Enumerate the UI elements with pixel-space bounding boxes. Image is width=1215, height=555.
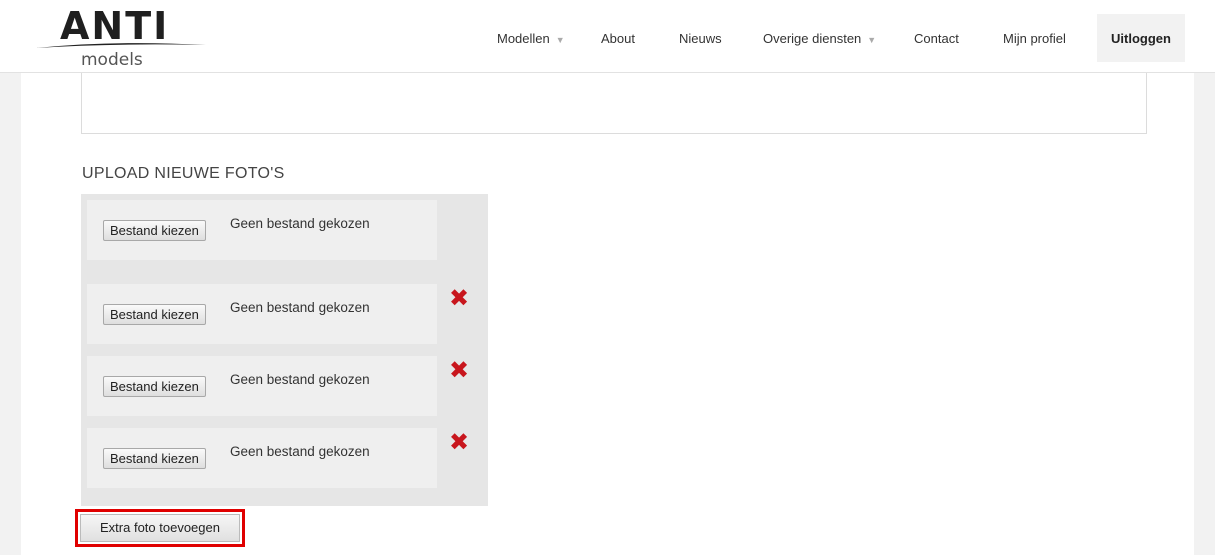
nav-item-label: About: [601, 31, 635, 46]
upload-section-title: UPLOAD NIEUWE FOTO'S: [82, 165, 285, 182]
add-photo-button-highlight: Extra foto toevoegen: [75, 509, 245, 547]
remove-icon[interactable]: ✖: [448, 431, 470, 455]
nav-item-label: Uitloggen: [1111, 31, 1171, 46]
file-status-text: Geen bestand gekozen: [230, 372, 370, 387]
nav-item-overige-diensten[interactable]: Overige diensten ▼: [763, 14, 876, 62]
nav-item-label: Modellen: [497, 31, 550, 46]
nav-item-label: Contact: [914, 31, 959, 46]
upload-panel: Bestand kiezen Geen bestand gekozen Best…: [81, 194, 488, 506]
nav-item-mijn-profiel[interactable]: Mijn profiel: [1003, 14, 1066, 62]
nav-item-uitloggen[interactable]: Uitloggen: [1097, 14, 1185, 62]
main-content: UPLOAD NIEUWE FOTO'S Bestand kiezen Geen…: [21, 73, 1194, 555]
nav-item-modellen[interactable]: Modellen ▼: [497, 14, 565, 62]
upload-row: Bestand kiezen Geen bestand gekozen: [87, 428, 437, 488]
nav-item-label: Mijn profiel: [1003, 31, 1066, 46]
file-status-text: Geen bestand gekozen: [230, 444, 370, 459]
logo-swoosh-icon: [36, 43, 206, 48]
remove-icon[interactable]: ✖: [448, 359, 470, 383]
file-status-text: Geen bestand gekozen: [230, 300, 370, 315]
description-textarea[interactable]: [81, 73, 1147, 134]
choose-file-button[interactable]: Bestand kiezen: [103, 448, 206, 469]
upload-row: Bestand kiezen Geen bestand gekozen: [87, 356, 437, 416]
nav-item-label: Overige diensten: [763, 31, 862, 46]
nav-item-about[interactable]: About: [601, 14, 635, 62]
add-photo-button[interactable]: Extra foto toevoegen: [80, 514, 240, 542]
file-status-text: Geen bestand gekozen: [230, 216, 370, 231]
upload-row: Bestand kiezen Geen bestand gekozen: [87, 284, 437, 344]
nav-item-contact[interactable]: Contact: [914, 14, 959, 62]
choose-file-button[interactable]: Bestand kiezen: [103, 304, 206, 325]
nav-item-nieuws[interactable]: Nieuws: [679, 14, 722, 62]
remove-icon[interactable]: ✖: [448, 287, 470, 311]
choose-file-button[interactable]: Bestand kiezen: [103, 376, 206, 397]
logo[interactable]: ANTI models: [36, 4, 206, 70]
choose-file-button[interactable]: Bestand kiezen: [103, 220, 206, 241]
upload-row: Bestand kiezen Geen bestand gekozen: [87, 200, 437, 260]
chevron-down-icon: ▼: [555, 35, 565, 45]
nav-item-label: Nieuws: [679, 31, 722, 46]
site-header: ANTI models Modellen ▼ About Nieuws Overi…: [0, 0, 1215, 73]
chevron-down-icon: ▼: [867, 35, 877, 45]
logo-subtext: models: [81, 50, 143, 70]
